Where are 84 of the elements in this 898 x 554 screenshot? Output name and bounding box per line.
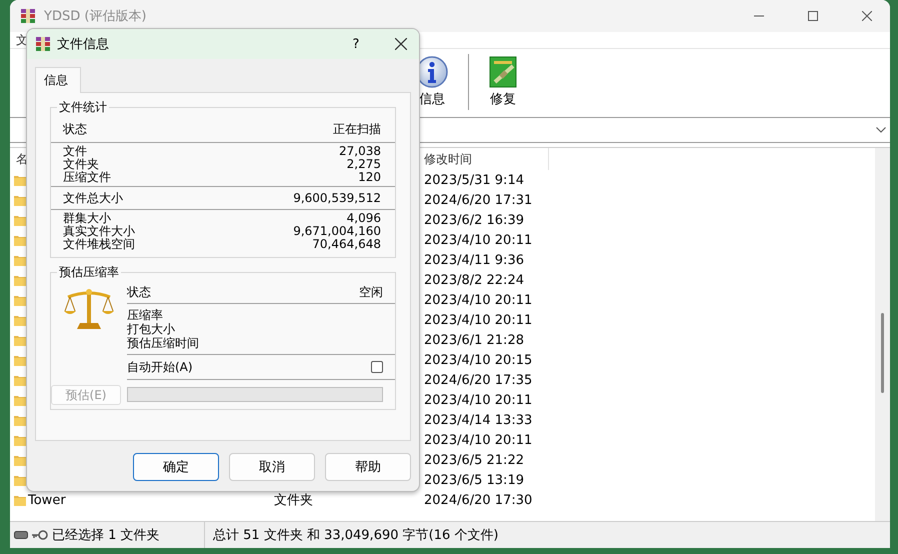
- file-name: Tower: [28, 492, 67, 508]
- stat-label: 压缩文件: [63, 171, 111, 184]
- modified-time: 2023/4/11 9:36: [424, 252, 525, 268]
- folder-icon: [14, 194, 26, 206]
- checkbox-label: 自动开始(A): [127, 358, 193, 376]
- stat-value: 70,464,648: [312, 238, 381, 251]
- estimate-label: 预估压缩时间: [127, 336, 200, 350]
- folder-icon: [14, 414, 26, 426]
- dialog-icon: [35, 36, 51, 52]
- folder-icon: [14, 274, 26, 286]
- stat-label: 文件: [63, 145, 87, 158]
- modified-time: 2023/6/5 21:22: [424, 452, 525, 468]
- folder-icon: [14, 434, 26, 446]
- file-type: 文件夹: [274, 492, 314, 509]
- status-value: 空闲: [359, 284, 383, 301]
- stat-label: 文件夹: [63, 158, 99, 171]
- modified-time: 2023/6/2 16:39: [424, 212, 525, 228]
- folder-icon: [14, 474, 26, 486]
- modified-time: 2023/4/10 20:15: [424, 352, 534, 368]
- modified-time: 2023/4/14 13:33: [424, 412, 534, 428]
- folder-icon: [14, 214, 26, 226]
- folder-icon: [14, 234, 26, 246]
- folder-icon: [14, 454, 26, 466]
- help-button[interactable]: ?: [341, 32, 371, 56]
- stat-value: 120: [358, 171, 381, 184]
- stat-label: 真实文件大小: [63, 225, 135, 238]
- folder-icon: [14, 374, 26, 386]
- toolbar-button[interactable]: 修复: [483, 56, 523, 108]
- modified-time: 2023/4/10 20:11: [424, 392, 534, 408]
- menu-item[interactable]: 文: [16, 32, 28, 48]
- scales-icon: [64, 287, 114, 331]
- folder-icon: [14, 294, 26, 306]
- stat-value: 9,600,539,512: [293, 190, 381, 207]
- dialog-button[interactable]: 取消: [229, 453, 315, 481]
- modified-time: 2024/6/20 17:30: [424, 492, 534, 508]
- dialog-title: 文件信息: [57, 36, 109, 53]
- estimate-label: 打包大小: [127, 322, 176, 336]
- folder-icon: [14, 354, 26, 366]
- close-icon: [862, 11, 872, 21]
- group-title: 预估压缩率: [58, 264, 120, 281]
- modified-time: 2023/6/1 21:28: [424, 332, 525, 348]
- folder-icon: [14, 174, 26, 186]
- dialog-button[interactable]: 帮助: [325, 453, 411, 481]
- estimate-label: 压缩率: [127, 308, 164, 322]
- group-title: 文件统计: [58, 99, 108, 116]
- modified-time: 2024/6/20 17:31: [424, 192, 534, 208]
- close-icon: [395, 38, 407, 50]
- stat-label: 文件总大小: [63, 190, 123, 207]
- folder-icon: [14, 494, 26, 506]
- status-label: 状态: [127, 284, 151, 301]
- bandage-book-icon: [489, 56, 517, 88]
- dialog-button[interactable]: 确定: [133, 453, 219, 481]
- modified-time: 2024/6/20 17:35: [424, 372, 534, 388]
- scrollbar[interactable]: [875, 148, 890, 521]
- auto-start-checkbox[interactable]: [371, 361, 383, 373]
- stat-value: 正在扫描: [333, 121, 381, 138]
- folder-icon: [14, 254, 26, 266]
- stat-value: 2,275: [346, 158, 381, 171]
- folder-icon: [14, 314, 26, 326]
- key-icon: [32, 530, 48, 540]
- window-title: YDSD (评估版本): [44, 8, 146, 25]
- app-icon: [20, 8, 36, 24]
- maximize-icon: [808, 11, 818, 21]
- modified-time: 2023/4/10 20:11: [424, 312, 534, 328]
- stat-label: 文件堆栈空间: [63, 238, 135, 251]
- folder-icon: [14, 334, 26, 346]
- stat-value: 4,096: [346, 212, 381, 225]
- column-header[interactable]: 修改时间: [424, 148, 549, 170]
- modified-time: 2023/5/31 9:14: [424, 172, 525, 188]
- tab[interactable]: 信息: [35, 67, 81, 93]
- stat-label: 群集大小: [63, 212, 111, 225]
- dropdown-caret-icon: [876, 127, 886, 133]
- modified-time: 2023/4/10 20:11: [424, 232, 534, 248]
- stat-value: 27,038: [339, 145, 381, 158]
- selection-status: 已经选择 1 文件夹: [52, 527, 160, 544]
- stat-label: 状态: [63, 121, 87, 138]
- modified-time: 2023/8/2 22:24: [424, 272, 525, 288]
- folder-icon: [14, 394, 26, 406]
- total-status: 总计 51 文件夹 和 33,049,690 字节(16 个文件): [212, 527, 498, 544]
- modified-time: 2023/4/10 20:11: [424, 432, 534, 448]
- modified-time: 2023/4/10 20:11: [424, 292, 534, 308]
- stat-value: 9,671,004,160: [293, 225, 381, 238]
- modified-time: 2023/6/5 13:19: [424, 472, 525, 488]
- drive-icon: [14, 531, 28, 539]
